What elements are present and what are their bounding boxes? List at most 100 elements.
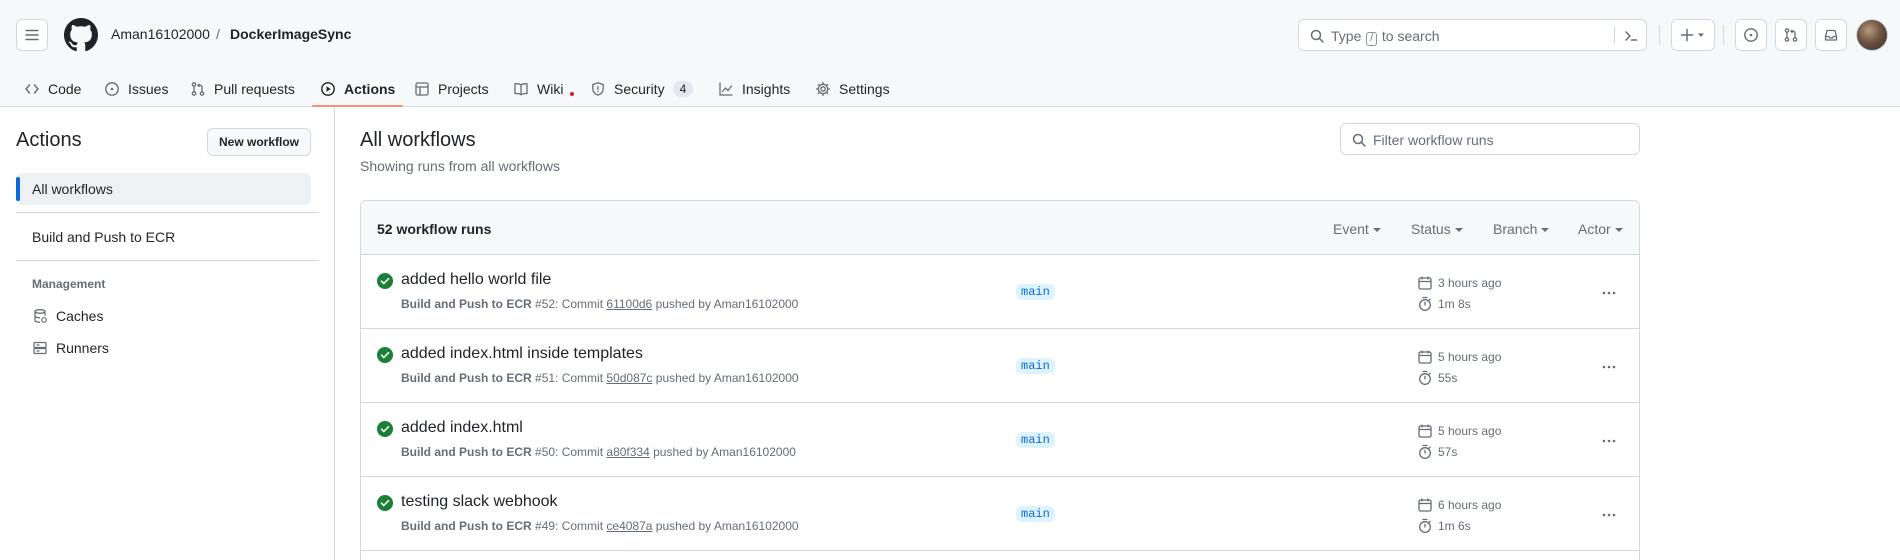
run-meta: Build and Push to ECR #50: Commit a80f33…	[401, 445, 796, 459]
tab-settings[interactable]: Settings	[815, 70, 890, 107]
run-duration: 1m 8s	[1417, 296, 1471, 312]
create-new-button[interactable]	[1671, 19, 1715, 51]
tab-label: Projects	[438, 80, 489, 97]
run-title-link[interactable]: added index.html inside templates	[401, 345, 643, 363]
check-circle-fill-icon	[377, 347, 393, 363]
filter-workflow-runs-input[interactable]: Filter workflow runs	[1340, 123, 1640, 155]
security-counter: 4	[672, 80, 694, 97]
tab-issues[interactable]: Issues	[104, 70, 168, 107]
search-icon	[1310, 29, 1324, 43]
tab-label: Security	[614, 80, 665, 97]
kebab-horizontal-icon	[1602, 439, 1616, 443]
run-menu-button[interactable]	[1597, 429, 1621, 453]
run-title-link[interactable]: added index.html	[401, 419, 523, 437]
tab-actions[interactable]: Actions	[311, 70, 404, 107]
commit-link[interactable]: 61100d6	[606, 297, 652, 311]
page-title: All workflows	[360, 129, 476, 151]
kebab-horizontal-icon	[1602, 291, 1616, 295]
breadcrumb-owner[interactable]: Aman16102000	[111, 26, 210, 42]
branch-label[interactable]: main	[1016, 506, 1055, 522]
tab-security[interactable]: Security 4	[590, 70, 694, 107]
search-input[interactable]: Type / to search	[1298, 19, 1647, 51]
header-divider	[1659, 25, 1660, 45]
run-title-link[interactable]: added hello world file	[401, 271, 551, 289]
run-duration: 55s	[1417, 370, 1457, 386]
run-duration: 57s	[1417, 444, 1457, 460]
avatar[interactable]	[1856, 19, 1888, 51]
triangle-down-icon	[1372, 228, 1381, 232]
workflow-runs-list: 52 workflow runs Event Status Branch Act…	[360, 200, 1640, 560]
sidebar-item-all-workflows[interactable]: All workflows	[16, 173, 311, 205]
play-icon	[321, 81, 335, 96]
header-divider	[1723, 25, 1724, 45]
management-heading: Management	[32, 277, 106, 291]
workflow-run-row[interactable]: added hello world file Build and Push to…	[361, 255, 1639, 329]
commit-link[interactable]: a80f334	[606, 445, 649, 459]
branch-filter-dropdown[interactable]: Branch	[1493, 221, 1550, 237]
pull-requests-button[interactable]	[1775, 19, 1807, 51]
issue-opened-icon	[105, 81, 119, 96]
commit-link[interactable]: 50d087c	[606, 371, 652, 385]
git-pull-request-icon	[1784, 28, 1798, 42]
search-shortcut-key: /	[1366, 32, 1378, 46]
stopwatch-icon	[1419, 296, 1431, 311]
run-meta: Build and Push to ECR #52: Commit 61100d…	[401, 297, 799, 311]
tab-projects[interactable]: Projects	[414, 70, 489, 107]
tab-pull-requests[interactable]: Pull requests	[190, 70, 295, 107]
run-title-link[interactable]: testing slack webhook	[401, 493, 558, 511]
run-time: 3 hours ago	[1417, 275, 1501, 291]
tab-code[interactable]: Code	[24, 70, 81, 107]
stopwatch-icon	[1419, 370, 1431, 385]
tab-label: Actions	[344, 80, 396, 97]
branch-label[interactable]: main	[1016, 358, 1055, 374]
run-workflow-name: Build and Push to ECR	[401, 445, 532, 459]
tab-wiki[interactable]: Wiki	[513, 70, 563, 107]
shield-icon	[592, 81, 604, 96]
run-menu-button[interactable]	[1597, 281, 1621, 305]
actor-filter-dropdown[interactable]: Actor	[1578, 221, 1623, 237]
github-logo-icon[interactable]	[64, 18, 98, 52]
tab-label: Pull requests	[214, 80, 295, 97]
gear-icon	[815, 81, 831, 96]
sidebar-item-label: All workflows	[32, 181, 113, 197]
search-icon	[1352, 133, 1366, 147]
calendar-icon	[1418, 276, 1432, 290]
status-filter-dropdown[interactable]: Status	[1411, 221, 1463, 237]
workflow-run-row[interactable]: testing slack webhook Build and Push to …	[361, 477, 1639, 551]
inbox-button[interactable]	[1815, 19, 1847, 51]
commit-link[interactable]: ce4087a	[606, 519, 652, 533]
run-menu-button[interactable]	[1597, 503, 1621, 527]
search-placeholder: Type / to search	[1331, 28, 1440, 46]
graph-icon	[719, 81, 733, 96]
issues-button[interactable]	[1735, 19, 1767, 51]
breadcrumb-repo[interactable]: DockerImageSync	[230, 26, 351, 42]
tab-label: Code	[48, 80, 82, 97]
workflow-run-row[interactable]: added index.html Build and Push to ECR #…	[361, 403, 1639, 477]
workflow-run-row[interactable]: added index.html inside templates Build …	[361, 329, 1639, 403]
command-palette-icon[interactable]	[1623, 28, 1639, 44]
new-workflow-button[interactable]: New workflow	[207, 128, 311, 156]
issue-opened-icon	[1744, 28, 1758, 42]
branch-label[interactable]: main	[1016, 432, 1055, 448]
table-icon	[415, 81, 429, 96]
sidebar-item-runners[interactable]: Runners	[32, 336, 109, 360]
tab-label: Issues	[128, 80, 169, 97]
breadcrumb-separator: /	[216, 26, 220, 42]
sidebar-item-build-and-push[interactable]: Build and Push to ECR	[16, 221, 311, 253]
book-icon	[514, 82, 528, 95]
menu-button[interactable]	[16, 19, 48, 51]
run-time: 5 hours ago	[1417, 349, 1501, 365]
filter-placeholder: Filter workflow runs	[1373, 132, 1494, 148]
event-filter-dropdown[interactable]: Event	[1333, 221, 1381, 237]
tab-label: Settings	[839, 80, 890, 97]
triangle-down-icon	[1614, 228, 1623, 232]
code-icon	[25, 83, 39, 94]
tab-insights[interactable]: Insights	[718, 70, 790, 107]
run-meta: Build and Push to ECR #49: Commit ce4087…	[401, 519, 799, 533]
branch-label[interactable]: main	[1016, 284, 1055, 300]
sidebar-item-caches[interactable]: Caches	[32, 304, 103, 328]
calendar-icon	[1418, 350, 1432, 364]
run-menu-button[interactable]	[1597, 355, 1621, 379]
search-divider	[1614, 26, 1615, 44]
sidebar-title: Actions	[16, 129, 82, 151]
